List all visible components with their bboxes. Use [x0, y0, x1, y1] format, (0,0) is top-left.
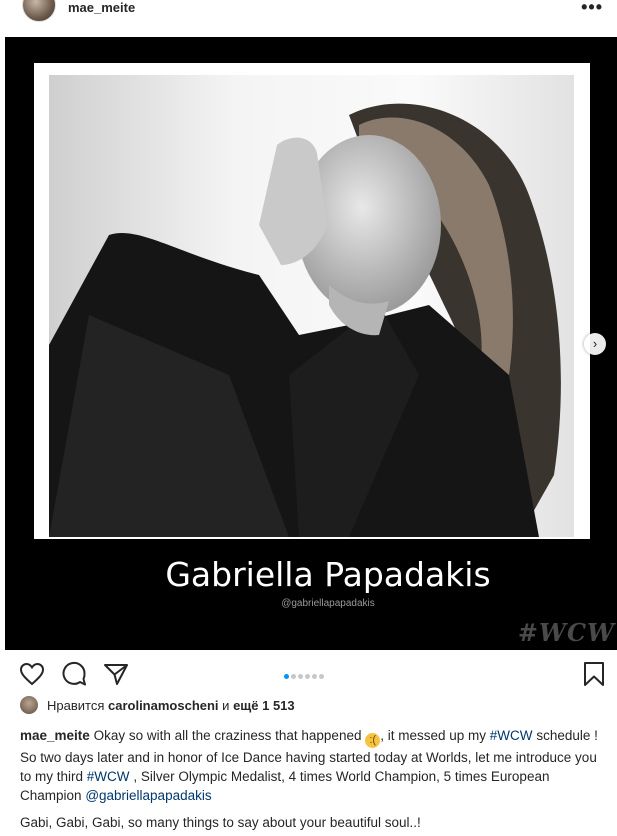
- likes-conjunction: и: [222, 698, 230, 713]
- carousel-indicator: [284, 666, 326, 679]
- photo-frame: [34, 63, 590, 539]
- carousel-dot: [312, 674, 317, 679]
- likes-prefix: Нравится: [47, 698, 105, 713]
- post-caption: mae_meite Okay so with all the craziness…: [20, 726, 600, 805]
- carousel-dot: [305, 674, 310, 679]
- portrait-photo: [49, 75, 574, 537]
- hashtag-link[interactable]: #WCW: [87, 769, 130, 784]
- caption-text: Okay so with all the craziness that happ…: [93, 728, 362, 743]
- more-options-icon[interactable]: •••: [581, 0, 603, 18]
- caption-text: , it messed up my: [380, 728, 487, 743]
- author-username[interactable]: mae_meite: [68, 0, 135, 15]
- liker-avatar[interactable]: [20, 696, 38, 714]
- carousel-dot: [291, 674, 296, 679]
- action-bar: [0, 656, 617, 692]
- next-image-button[interactable]: ›: [584, 333, 606, 355]
- likes-text: Нравится carolinamoscheni и ещё 1 513: [47, 698, 295, 713]
- liker-username[interactable]: carolinamoscheni: [108, 698, 219, 713]
- save-bookmark-icon[interactable]: [580, 660, 608, 688]
- name-caption: Gabriella Papadakis: [165, 555, 491, 594]
- caption-username[interactable]: mae_meite: [20, 728, 90, 743]
- carousel-dot: [298, 674, 303, 679]
- post-media: Gabriella Papadakis @gabriellapapadakis …: [5, 37, 617, 650]
- caption-paragraph-2: Gabi, Gabi, Gabi, so many things to say …: [20, 815, 421, 830]
- share-icon[interactable]: [102, 660, 130, 688]
- hashtag-link[interactable]: #WCW: [490, 728, 533, 743]
- like-heart-icon[interactable]: [18, 660, 46, 688]
- author-avatar[interactable]: [22, 0, 56, 22]
- mention-link[interactable]: @gabriellapapadakis: [85, 788, 211, 803]
- comment-icon[interactable]: [60, 660, 88, 688]
- post-header: mae_meite •••: [0, 0, 617, 30]
- handle-caption: @gabriellapapadakis: [281, 598, 375, 609]
- likes-count[interactable]: ещё 1 513: [233, 698, 295, 713]
- carousel-dot: [319, 674, 324, 679]
- carousel-dot: [284, 674, 289, 679]
- sad-face-emoji: :(: [365, 733, 381, 748]
- wcw-watermark: #WCW: [517, 618, 615, 647]
